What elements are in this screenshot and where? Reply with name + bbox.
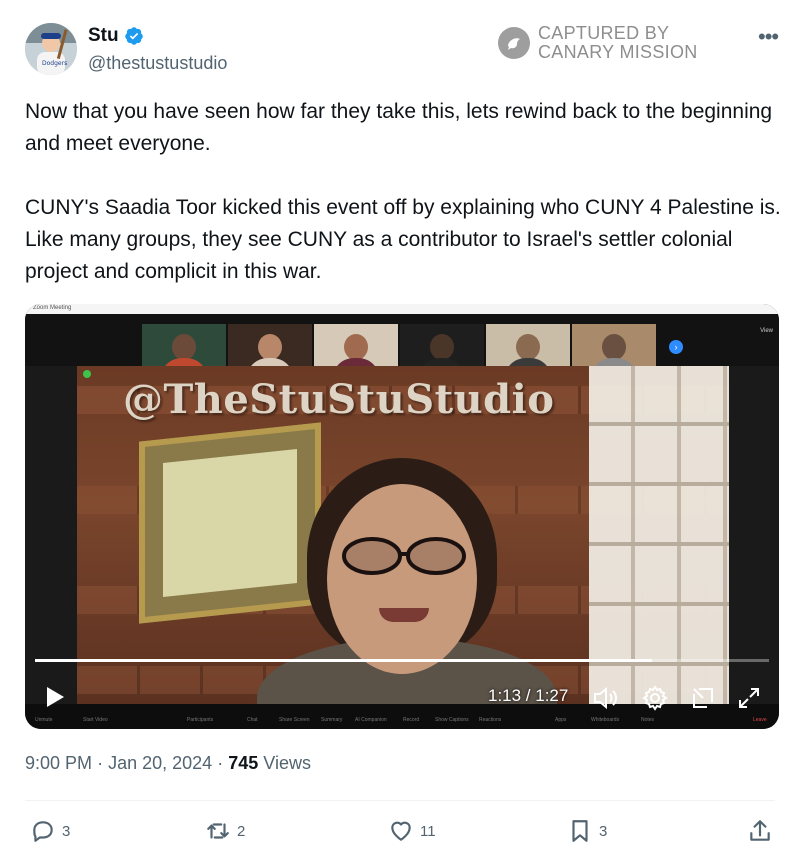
share-icon (750, 820, 770, 841)
avatar[interactable]: Dodgers (25, 23, 77, 75)
play-icon[interactable] (45, 686, 65, 708)
meta-separator: · (217, 753, 224, 773)
reply-icon (33, 821, 53, 842)
zoom-participant-strip: › View (25, 314, 779, 374)
repost-button[interactable]: 2 (205, 818, 245, 844)
zoom-reactions: Reactions (479, 717, 502, 723)
meta-separator: · (97, 753, 104, 773)
zoom-whiteboards: Whiteboards (591, 717, 620, 723)
reply-button[interactable]: 3 (30, 818, 70, 844)
zoom-ai-companion: AI Companion (355, 717, 387, 723)
zoom-show-captions: Show Captions (435, 717, 469, 723)
tweet-paragraph-1: Now that you have seen how far they take… (25, 100, 773, 155)
video-player[interactable]: Zoom Meeting › View @TheStuStuStudio Unm… (25, 304, 779, 729)
verified-badge-icon (124, 27, 143, 45)
zoom-share-screen: Share Screen (279, 717, 310, 723)
author-name[interactable]: Stu (88, 25, 119, 47)
settings-gear-icon[interactable] (642, 685, 668, 711)
bookmark-count: 3 (599, 822, 608, 840)
views-count: 745 (228, 753, 259, 773)
zoom-notes: Notes (641, 717, 655, 723)
tweet-header: Dodgers Stu @thestustustudio CAPTURED BY… (0, 0, 800, 90)
tweet-time[interactable]: 9:00 PM (25, 753, 92, 773)
repost-icon (207, 823, 229, 839)
author-name-row[interactable]: Stu (88, 25, 144, 47)
picture-in-picture-icon[interactable] (691, 686, 715, 710)
bookmark-button[interactable]: 3 (567, 818, 607, 844)
video-time: 1:13 / 1:27 (488, 686, 569, 705)
zoom-apps: Apps (555, 717, 567, 723)
repost-count: 2 (237, 822, 246, 840)
zoom-unmute: Unmute (35, 717, 53, 723)
video-progress-bar[interactable] (35, 659, 769, 662)
zoom-title-bar: Zoom Meeting (25, 304, 779, 314)
audio-indicator-icon (83, 370, 91, 378)
zoom-title: Zoom Meeting (33, 305, 72, 311)
heart-icon (391, 821, 411, 841)
fullscreen-icon[interactable] (737, 686, 761, 710)
more-horizontal-icon[interactable]: ••• (758, 24, 779, 50)
like-count: 11 (420, 822, 436, 840)
zoom-record: Record (403, 717, 420, 723)
tweet-meta: 9:00 PM · Jan 20, 2024 · 745 Views (25, 753, 311, 774)
tweet-date[interactable]: Jan 20, 2024 (108, 753, 212, 773)
tweet-actions: 3 2 11 3 (0, 812, 800, 852)
video-progress-fill (35, 659, 652, 662)
canary-bird-icon (498, 27, 530, 59)
bookmark-icon (572, 820, 588, 842)
reply-count: 3 (62, 822, 71, 840)
video-controls: 1:13 / 1:27 (25, 672, 779, 712)
canary-mission-watermark: CAPTURED BY CANARY MISSION (498, 24, 698, 62)
divider (25, 800, 775, 801)
wall-mirror (139, 422, 321, 624)
author-handle[interactable]: @thestustustudio (88, 53, 227, 74)
video-watermark: @TheStuStuStudio (123, 376, 555, 423)
tweet-paragraph-2: CUNY's Saadia Toor kicked this event off… (25, 196, 781, 283)
glasses-icon (342, 537, 466, 575)
tweet-text: Now that you have seen how far they take… (25, 96, 785, 288)
chevron-right-icon[interactable]: › (669, 340, 683, 354)
watermark-line2: CANARY MISSION (538, 42, 698, 62)
zoom-chat: Chat (247, 717, 258, 723)
watermark-line1: CAPTURED BY (538, 23, 670, 43)
like-button[interactable]: 11 (388, 818, 436, 844)
zoom-start-video: Start Video (83, 717, 108, 723)
zoom-leave: Leave (753, 717, 767, 723)
share-button[interactable] (747, 818, 773, 844)
zoom-summary: Summary (321, 717, 343, 723)
volume-icon[interactable] (593, 686, 619, 710)
svg-text:Dodgers: Dodgers (42, 60, 67, 67)
zoom-view-button[interactable]: View (760, 328, 773, 334)
views-label: Views (263, 753, 311, 773)
zoom-participants: Participants (187, 717, 214, 723)
